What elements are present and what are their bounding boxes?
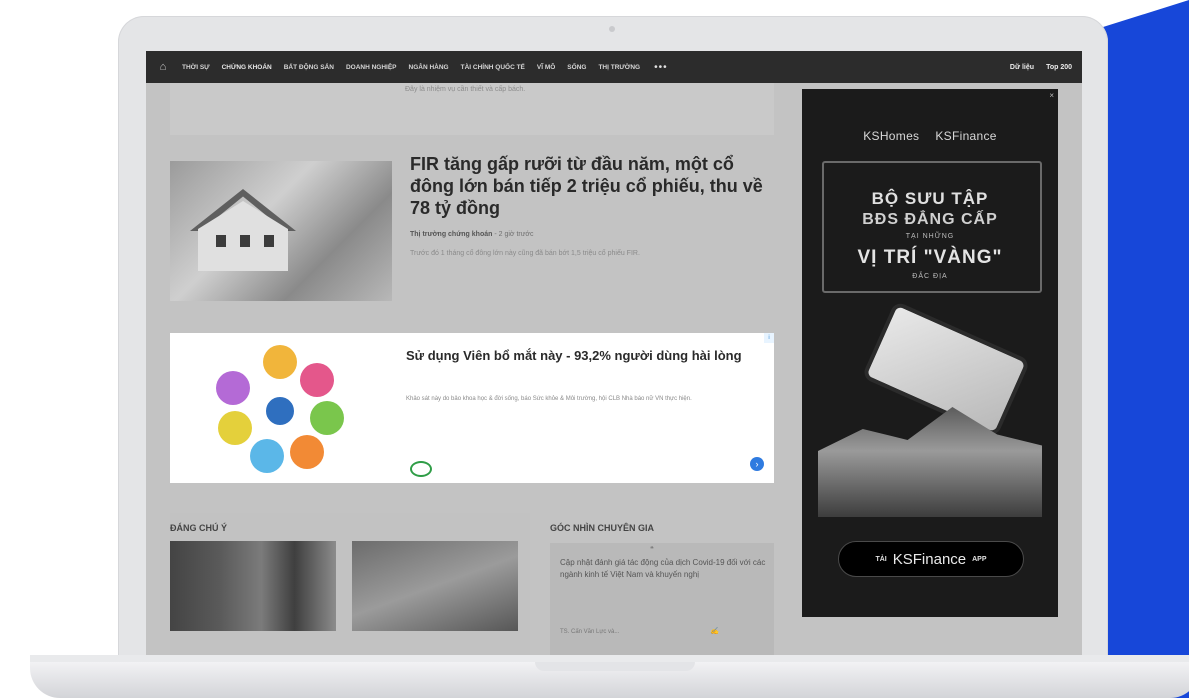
nav-item-thi-truong[interactable]: THỊ TRƯỜNG [598, 64, 640, 71]
ad-title[interactable]: Sử dụng Viên bổ mắt này - 93,2% người dù… [406, 347, 766, 364]
expert-author: TS. Cấn Văn Lực và... [560, 629, 620, 635]
expert-card[interactable]: ❝ Cập nhật đánh giá tác động của dịch Co… [550, 543, 774, 656]
house-window [240, 235, 250, 247]
ad-image-petal [290, 435, 324, 469]
nav-link-du-lieu[interactable]: Dữ liệu [1010, 64, 1034, 71]
banner-line-1: BỘ SƯU TẬP [871, 189, 989, 208]
banner-line-3: TẠI NHỮNG [905, 233, 955, 240]
ad-open-button[interactable]: › [750, 457, 764, 471]
nav-item-doanh-nghiep[interactable]: DOANH NGHIỆP [346, 64, 397, 71]
nav-item-vi-mo[interactable]: VĨ MÔ [537, 64, 555, 71]
house-window [216, 235, 226, 247]
banner-ad[interactable]: × KSHomes KSFinance BỘ SƯU TẬP BĐS ĐẲNG C… [802, 89, 1058, 617]
banner-line-5: ĐẮC ĐỊA [912, 273, 948, 280]
ad-description: Khảo sát này do bảo khoa học & đời sống,… [406, 396, 692, 402]
more-menu-icon[interactable]: ••• [654, 62, 668, 73]
nav-item-ngan-hang[interactable]: NGÂN HÀNG [409, 64, 449, 71]
advertiser-logo-icon [410, 461, 432, 477]
ad-image-petal [300, 363, 334, 397]
camera-dot [609, 26, 615, 32]
download-app-button[interactable]: TẢI KSFinance APP [838, 541, 1024, 577]
ad-image-petal [216, 371, 250, 405]
banner-line-2: BĐS ĐẲNG CẤP [862, 211, 998, 228]
close-icon[interactable]: × [1049, 91, 1054, 100]
logo-ksfinance: KSFinance [935, 129, 997, 143]
banner-logos: KSHomes KSFinance [802, 129, 1058, 143]
expert-headline[interactable]: Cập nhật đánh giá tác động của dịch Covi… [560, 557, 766, 581]
nav-item-tai-chinh-quoc-te[interactable]: TÀI CHÍNH QUỐC TẾ [461, 64, 525, 71]
featured-thumbnail-2[interactable] [352, 541, 518, 631]
cta-brand: KSFinance [892, 550, 967, 568]
cta-prefix: TẢI [875, 555, 887, 563]
previous-article-snippet: Đây là nhiệm vụ cần thiết và cấp bách. [405, 86, 526, 93]
laptop-base [30, 662, 1189, 698]
nav-link-top-200[interactable]: Top 200 [1046, 64, 1072, 71]
ad-image-petal [218, 411, 252, 445]
article-card[interactable]: FIR tăng gấp rưỡi từ đầu năm, một cổ đôn… [170, 149, 774, 309]
article-thumbnail[interactable] [170, 161, 392, 301]
nav-item-bat-dong-san[interactable]: BẤT ĐỘNG SẢN [284, 64, 334, 71]
ad-image-petal [250, 439, 284, 473]
ad-image-petal [310, 401, 344, 435]
article-category[interactable]: Thị trường chứng khoán [410, 231, 492, 238]
main-content: Đây là nhiệm vụ cần thiết và cấp bách. F… [170, 83, 774, 656]
laptop-screen: ⌂ THỜI SỰ CHỨNG KHOÁN BẤT ĐỘNG SẢN DOANH… [146, 51, 1082, 656]
featured-section-title: ĐÁNG CHÚ Ý [170, 523, 228, 533]
nav-item-song[interactable]: SỐNG [567, 64, 586, 71]
nav-item-thoi-su[interactable]: THỜI SỰ [182, 64, 210, 71]
signature-icon: ✍ [710, 628, 719, 635]
quote-icon: ❝ [650, 546, 654, 553]
laptop-lid: ⌂ THỜI SỰ CHỨNG KHOÁN BẤT ĐỘNG SẢN DOANH… [118, 16, 1108, 664]
ad-image[interactable] [210, 345, 350, 473]
featured-section: ĐÁNG CHÚ Ý [170, 513, 530, 656]
nav-right-links: Dữ liệu Top 200 [1010, 64, 1072, 71]
city-image [818, 407, 1042, 517]
featured-thumbnail-1[interactable] [170, 541, 336, 631]
house-window [264, 235, 274, 247]
expert-section: GÓC NHÌN CHUYÊN GIA ❝ Cập nhật đánh giá … [550, 513, 774, 656]
sponsored-ad[interactable]: i Sử dụng Viên bổ mắt này - 93,2% người … [170, 333, 774, 483]
top-navigation: ⌂ THỜI SỰ CHỨNG KHOÁN BẤT ĐỘNG SẢN DOANH… [146, 51, 1082, 83]
home-icon[interactable]: ⌂ [150, 51, 176, 83]
cta-suffix: APP [972, 555, 987, 563]
logo-kshomes: KSHomes [863, 129, 920, 143]
ad-image-petal [263, 345, 297, 379]
nav-item-chung-khoan[interactable]: CHỨNG KHOÁN [222, 64, 272, 71]
laptop-notch [535, 662, 695, 671]
article-title[interactable]: FIR tăng gấp rưỡi từ đầu năm, một cổ đôn… [410, 153, 770, 219]
article-time: - 2 giờ trước [494, 231, 534, 238]
eye-icon [260, 391, 300, 431]
article-description: Trước đó 1 tháng cổ đông lớn này cũng đã… [410, 250, 640, 257]
ad-choices-icon[interactable]: i [764, 333, 774, 343]
expert-section-title: GÓC NHÌN CHUYÊN GIA [550, 523, 655, 533]
article-meta: Thị trường chứng khoán - 2 giờ trước [410, 231, 534, 238]
banner-line-4: VỊ TRÍ "VÀNG" [857, 247, 1003, 268]
